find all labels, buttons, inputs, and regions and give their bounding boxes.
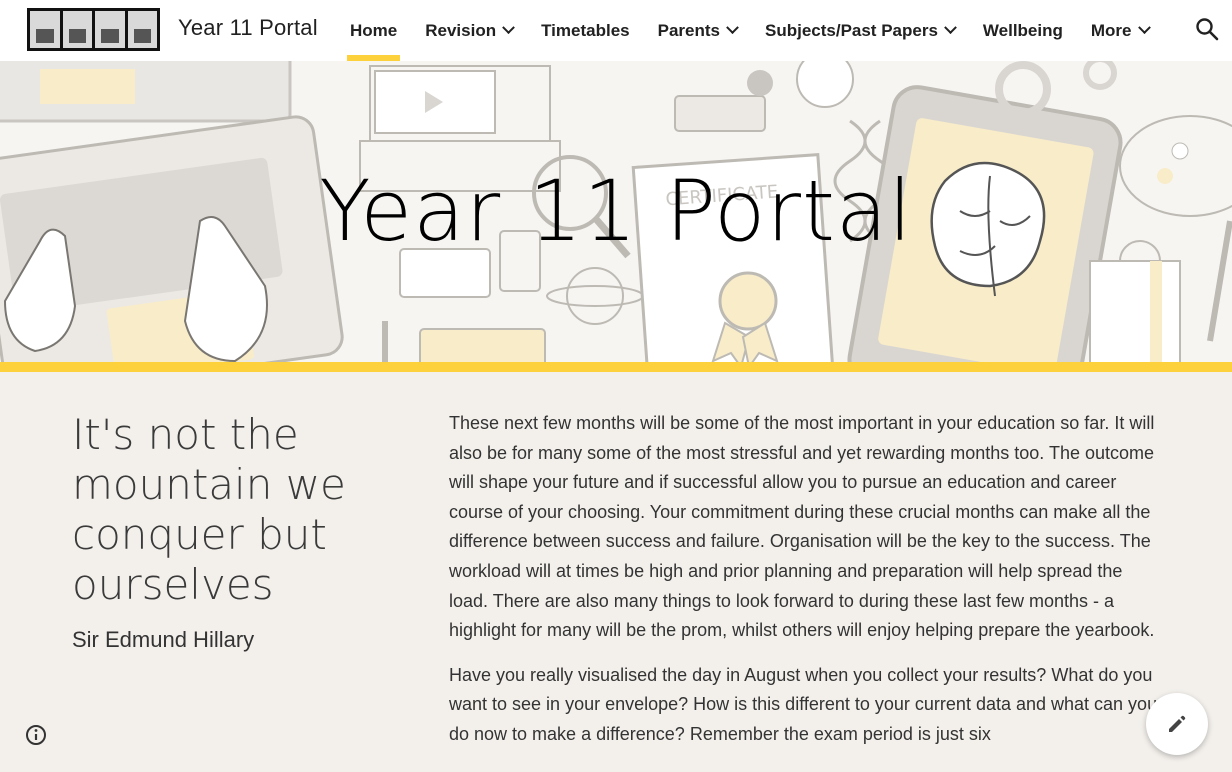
nav-label: Home [350, 20, 398, 40]
nav-item-more[interactable]: More [1077, 0, 1163, 61]
main-nav: Home Revision Timetables Parents Subject… [336, 0, 1163, 61]
chevron-down-icon[interactable] [726, 21, 739, 35]
chevron-down-icon[interactable] [502, 21, 515, 35]
nav-item-subjects-past-papers[interactable]: Subjects/Past Papers [751, 0, 969, 61]
logo-tile [95, 11, 125, 48]
nav-item-revision[interactable]: Revision [411, 0, 527, 61]
chevron-down-icon[interactable] [944, 21, 957, 35]
chevron-down-icon[interactable] [1137, 21, 1151, 35]
hero-banner: CERTIFICATE Year 11 Portal [0, 61, 1232, 362]
nav-label: More [1090, 20, 1132, 40]
search-icon[interactable] [1194, 16, 1220, 42]
quote-attribution: Sir Edmund Hillary [72, 627, 255, 652]
site-logo[interactable] [27, 8, 160, 51]
nav-label: Wellbeing [982, 20, 1063, 40]
nav-item-home[interactable]: Home [336, 0, 411, 61]
nav-item-wellbeing[interactable]: Wellbeing [969, 0, 1077, 61]
intro-paragraph: Have you really visualised the day in Au… [449, 664, 1158, 744]
edit-button[interactable] [1146, 693, 1208, 755]
logo-tile [30, 11, 60, 48]
logo-tile [127, 11, 157, 48]
nav-label: Timetables [541, 20, 630, 40]
logo-tile [62, 11, 92, 48]
intro-paragraph: These next few months will be some of th… [449, 413, 1155, 641]
nav-item-timetables[interactable]: Timetables [527, 0, 644, 61]
pencil-icon [1169, 715, 1186, 732]
hero-title: Year 11 Portal [319, 162, 913, 260]
top-navigation-bar: Year 11 Portal Home Revision Timetables … [0, 0, 1232, 61]
nav-item-parents[interactable]: Parents [644, 0, 751, 61]
nav-label: Parents [657, 20, 720, 40]
nav-label: Subjects/Past Papers [764, 20, 938, 40]
quote-text: It's not the mountain we conquer but our… [72, 410, 346, 609]
info-icon[interactable] [24, 723, 48, 747]
site-title[interactable]: Year 11 Portal [178, 15, 318, 41]
hero-accent-bar [0, 362, 1232, 372]
nav-label: Revision [425, 20, 497, 40]
intro-text: These next few months will be some of th… [449, 409, 1161, 765]
